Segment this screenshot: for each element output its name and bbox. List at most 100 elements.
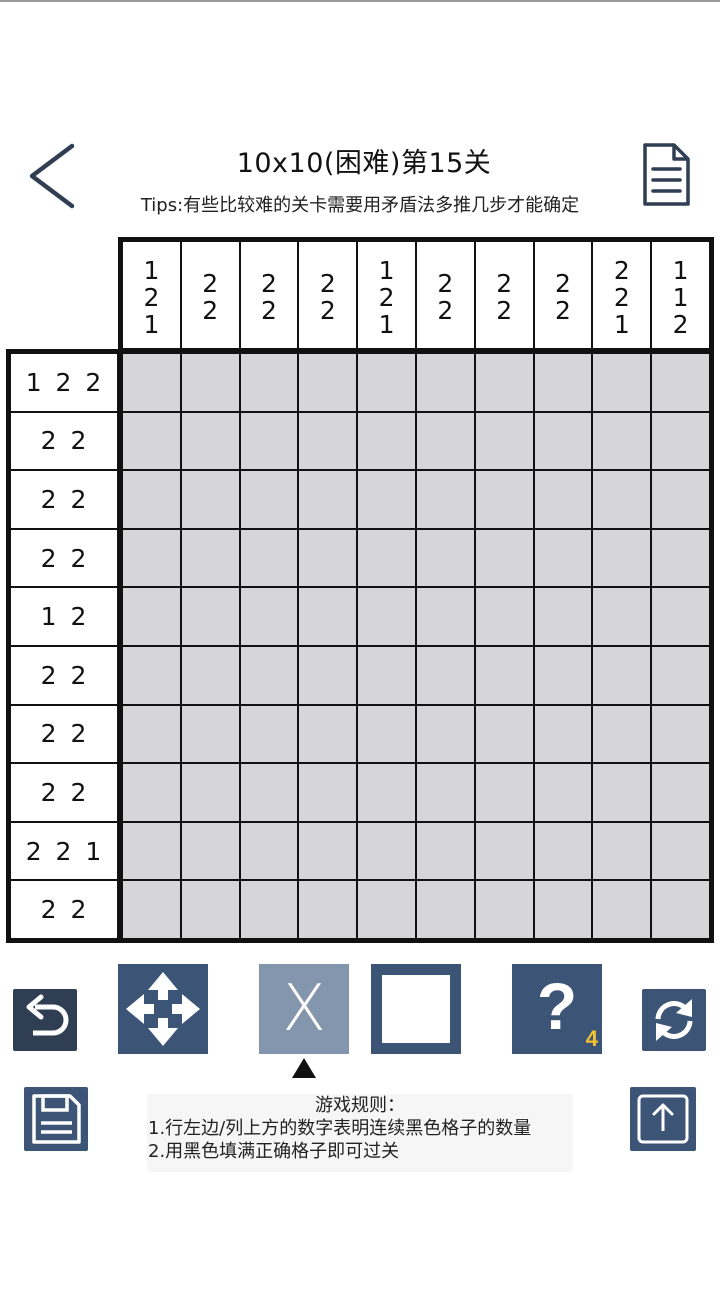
grid-cell[interactable] (181, 354, 239, 411)
grid-cell[interactable] (593, 354, 651, 411)
grid-cell[interactable] (123, 764, 180, 821)
grid-cell[interactable] (416, 822, 474, 880)
grid-cell[interactable] (240, 588, 298, 645)
grid-cell[interactable] (593, 705, 651, 763)
grid-cell[interactable] (181, 822, 239, 880)
grid-cell[interactable] (475, 412, 533, 470)
grid-cell[interactable] (652, 646, 709, 704)
grid-cell[interactable] (652, 764, 709, 821)
refresh-button[interactable] (642, 989, 706, 1051)
grid-cell[interactable] (475, 705, 533, 763)
grid-cell[interactable] (475, 646, 533, 704)
grid-cell[interactable] (475, 764, 533, 821)
grid-cell[interactable] (240, 881, 298, 938)
grid-cell[interactable] (299, 412, 357, 470)
hint-button[interactable]: ? 4 (512, 964, 602, 1054)
document-button[interactable] (640, 142, 692, 208)
grid-cell[interactable] (534, 881, 592, 938)
grid-cell[interactable] (358, 705, 415, 763)
grid-cell[interactable] (123, 412, 180, 470)
grid-cell[interactable] (181, 471, 239, 528)
move-tool-button[interactable] (118, 964, 208, 1054)
grid-cell[interactable] (358, 588, 415, 645)
grid-cell[interactable] (534, 412, 592, 470)
grid-cell[interactable] (240, 471, 298, 528)
grid-cell[interactable] (358, 471, 415, 528)
grid-cell[interactable] (299, 588, 357, 645)
grid-cell[interactable] (299, 881, 357, 938)
grid-cell[interactable] (652, 471, 709, 528)
grid-cell[interactable] (593, 764, 651, 821)
grid-cell[interactable] (652, 354, 709, 411)
grid-cell[interactable] (299, 471, 357, 528)
grid-cell[interactable] (475, 471, 533, 528)
grid-cell[interactable] (534, 471, 592, 528)
grid-cell[interactable] (475, 354, 533, 411)
grid-cell[interactable] (475, 588, 533, 645)
grid-cell[interactable] (240, 529, 298, 587)
grid-cell[interactable] (534, 646, 592, 704)
grid-cell[interactable] (181, 588, 239, 645)
grid-cell[interactable] (358, 646, 415, 704)
grid-cell[interactable] (123, 881, 180, 938)
grid-cell[interactable] (534, 529, 592, 587)
grid-cell[interactable] (240, 705, 298, 763)
grid-cell[interactable] (240, 412, 298, 470)
grid-cell[interactable] (652, 705, 709, 763)
grid-cell[interactable] (593, 588, 651, 645)
grid-cell[interactable] (416, 705, 474, 763)
fill-square-tool-button[interactable] (371, 964, 461, 1054)
grid-cell[interactable] (123, 646, 180, 704)
grid-cell[interactable] (123, 822, 180, 880)
grid-cell[interactable] (652, 412, 709, 470)
grid-cell[interactable] (181, 412, 239, 470)
grid-cell[interactable] (299, 764, 357, 821)
grid-cell[interactable] (416, 354, 474, 411)
grid-cell[interactable] (299, 529, 357, 587)
grid-cell[interactable] (593, 471, 651, 528)
grid-cell[interactable] (416, 412, 474, 470)
grid-cell[interactable] (652, 529, 709, 587)
grid-cell[interactable] (534, 354, 592, 411)
grid-cell[interactable] (123, 588, 180, 645)
mark-x-tool-button[interactable]: X (259, 964, 349, 1054)
grid-cell[interactable] (593, 646, 651, 704)
grid-cell[interactable] (358, 764, 415, 821)
grid-cell[interactable] (534, 588, 592, 645)
grid-cell[interactable] (181, 646, 239, 704)
grid-cell[interactable] (652, 822, 709, 880)
grid-cell[interactable] (299, 822, 357, 880)
grid-cell[interactable] (534, 822, 592, 880)
share-button[interactable] (630, 1087, 696, 1151)
grid-cell[interactable] (240, 764, 298, 821)
grid-cell[interactable] (416, 881, 474, 938)
undo-button[interactable] (13, 989, 77, 1051)
grid-cell[interactable] (652, 881, 709, 938)
grid-cell[interactable] (181, 881, 239, 938)
grid-cell[interactable] (593, 412, 651, 470)
grid-cell[interactable] (358, 412, 415, 470)
grid-cell[interactable] (299, 354, 357, 411)
grid-cell[interactable] (299, 646, 357, 704)
grid-cell[interactable] (475, 529, 533, 587)
grid-cell[interactable] (475, 881, 533, 938)
grid-cell[interactable] (358, 529, 415, 587)
grid-cell[interactable] (299, 705, 357, 763)
grid-cell[interactable] (534, 764, 592, 821)
grid-cell[interactable] (358, 354, 415, 411)
grid-cell[interactable] (358, 881, 415, 938)
grid-cell[interactable] (593, 529, 651, 587)
grid-cell[interactable] (240, 354, 298, 411)
grid-cell[interactable] (240, 822, 298, 880)
grid-cell[interactable] (475, 822, 533, 880)
grid-cell[interactable] (181, 529, 239, 587)
grid-cell[interactable] (123, 705, 180, 763)
grid-cell[interactable] (240, 646, 298, 704)
grid-cell[interactable] (416, 646, 474, 704)
grid-cell[interactable] (181, 764, 239, 821)
grid-cell[interactable] (123, 354, 180, 411)
grid-cell[interactable] (416, 588, 474, 645)
grid-cell[interactable] (123, 529, 180, 587)
grid-cell[interactable] (652, 588, 709, 645)
grid-cell[interactable] (416, 764, 474, 821)
